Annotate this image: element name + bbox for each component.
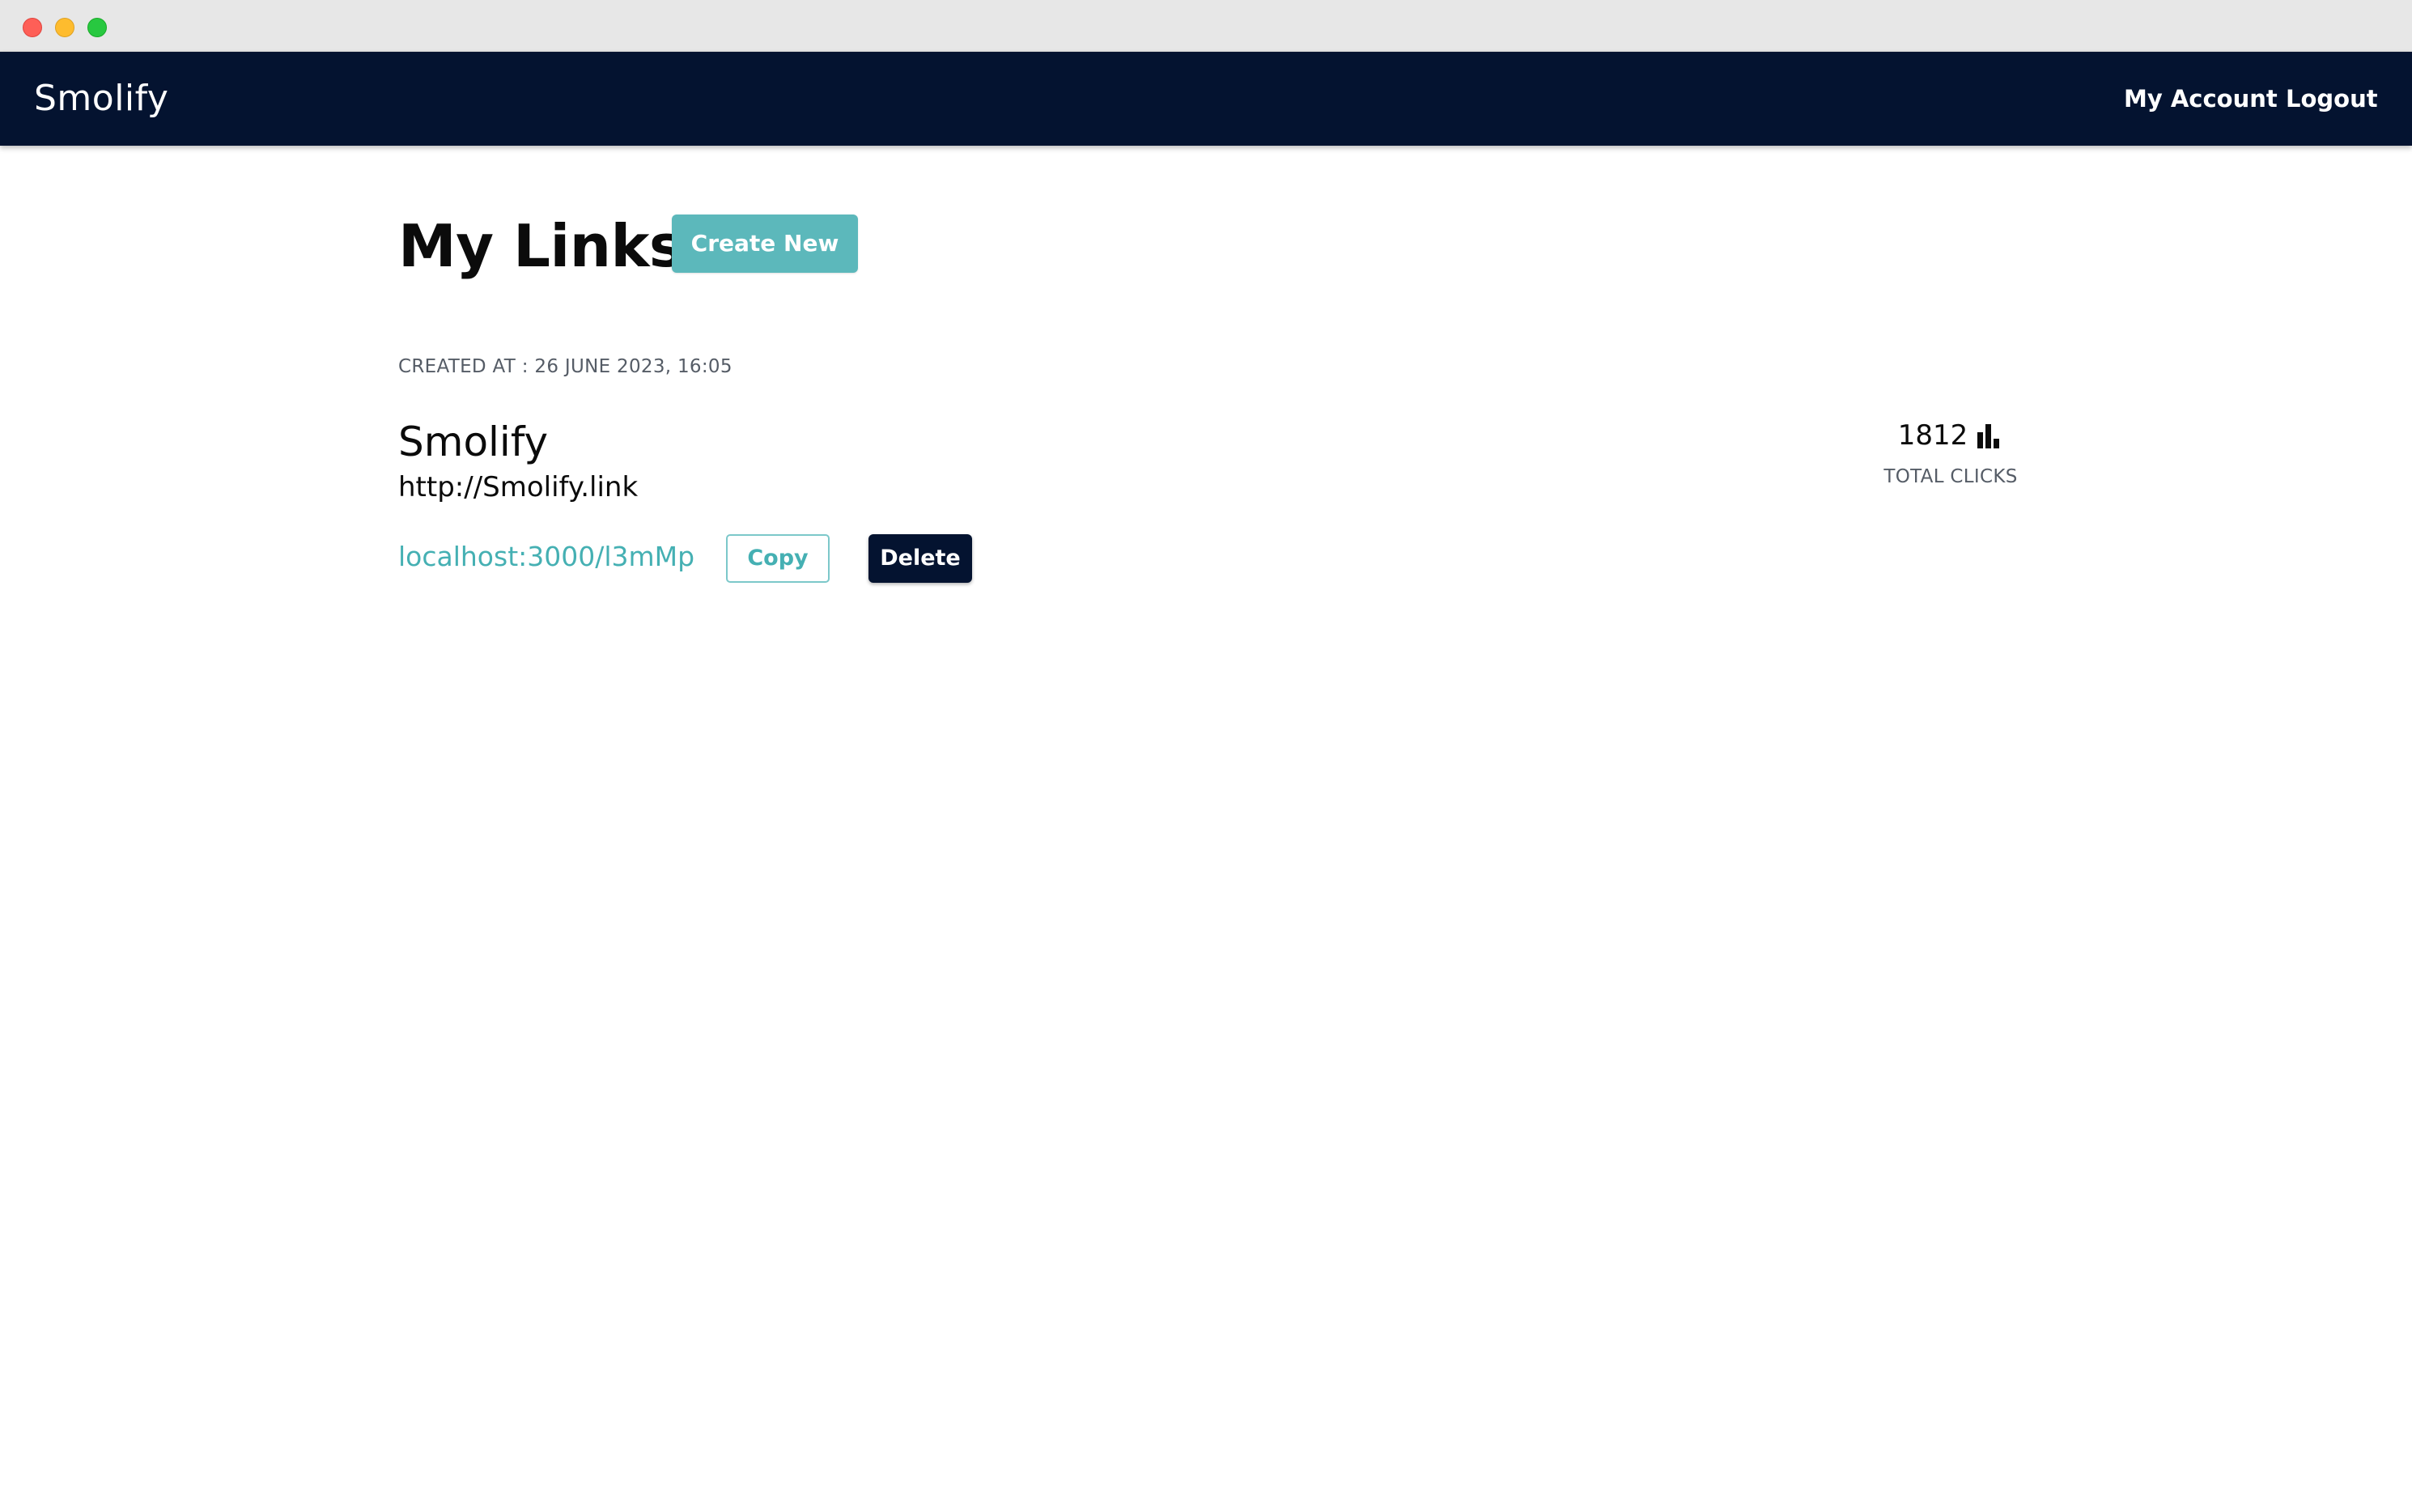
clicks-count: 1812 [1897, 419, 1968, 452]
page-title: My Links [398, 212, 684, 280]
my-account-link[interactable]: My Account [2124, 78, 2278, 120]
maximize-window-icon[interactable] [87, 18, 107, 37]
created-at-label: CREATED AT : 26 JUNE 2023, 16:05 [398, 356, 733, 377]
original-url: http://Smolify.link [398, 471, 639, 503]
short-url-link[interactable]: localhost:3000/l3mMp [398, 539, 694, 575]
delete-button[interactable]: Delete [868, 534, 972, 583]
window-titlebar [0, 0, 2412, 52]
create-new-button[interactable]: Create New [672, 214, 858, 273]
browser-window: Smolify My Account Logout My Links Creat… [0, 0, 2412, 1512]
link-title: Smolify [398, 418, 549, 465]
close-window-icon[interactable] [23, 18, 42, 37]
copy-button[interactable]: Copy [726, 534, 830, 583]
clicks-row: 1812 [1898, 414, 2004, 457]
brand-logo[interactable]: Smolify [34, 74, 168, 123]
total-clicks-stat: 1812 TOTAL CLICKS [1862, 414, 2040, 489]
total-clicks-label: TOTAL CLICKS [1883, 466, 2018, 487]
logout-link[interactable]: Logout [2286, 78, 2378, 120]
minimize-window-icon[interactable] [55, 18, 74, 37]
top-navbar: Smolify My Account Logout [0, 52, 2412, 146]
bar-chart-icon [1977, 424, 2000, 448]
